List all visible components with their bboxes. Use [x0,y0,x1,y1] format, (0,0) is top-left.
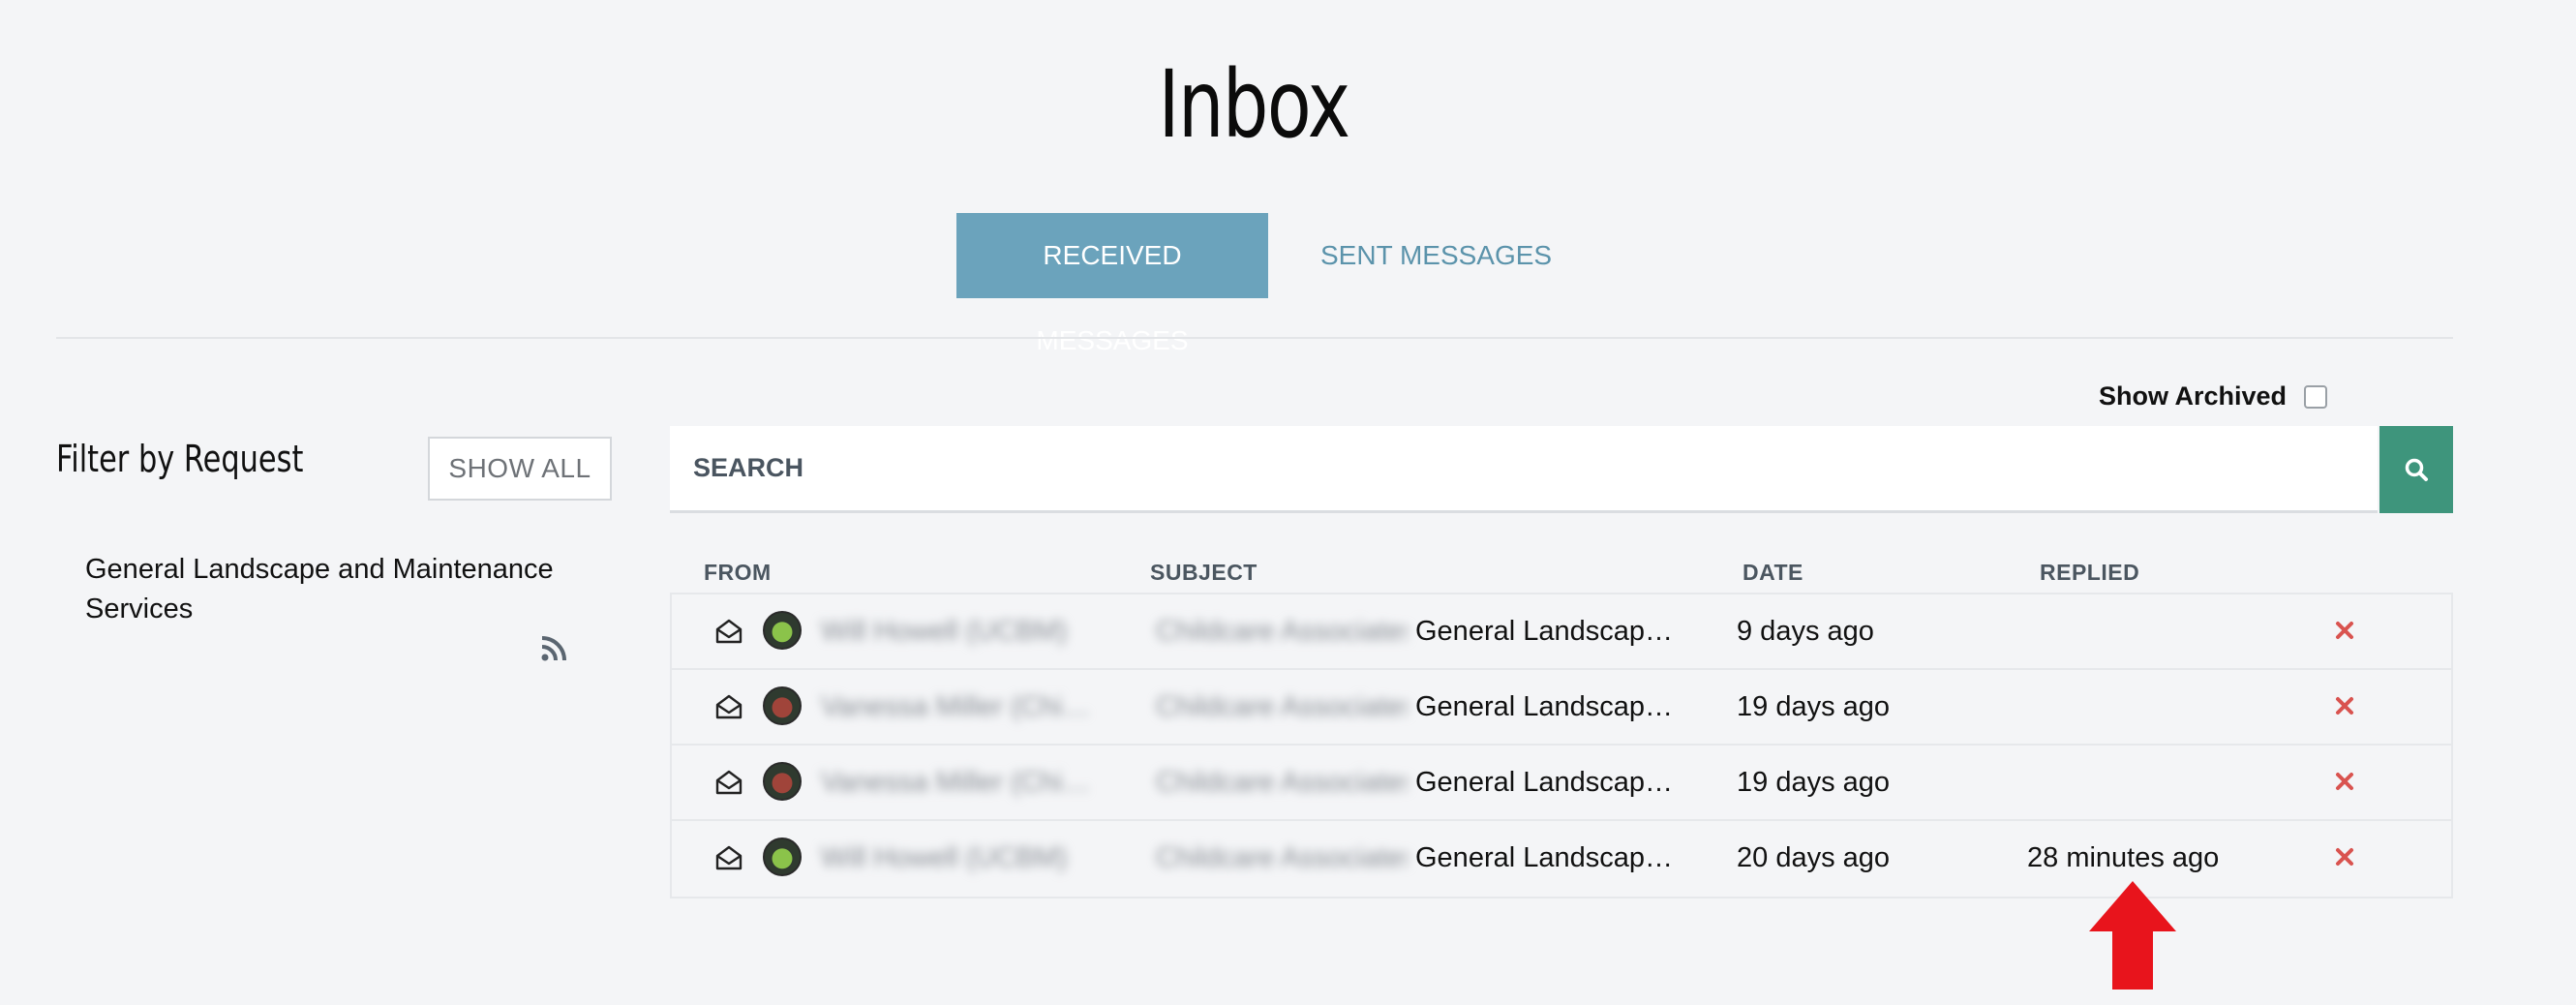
page-title: Inbox [1158,50,1350,159]
avatar [763,611,802,650]
sender-name: Vanessa Miller (Chi… [821,767,1091,798]
show-archived-label: Show Archived [2099,381,2288,411]
date-text: 19 days ago [1737,691,1891,722]
tab-sent-messages[interactable]: SENT MESSAGES [1297,213,1575,298]
subject-text: General Landscap… [1415,767,1673,798]
envelope-open-icon [715,770,742,795]
rss-icon[interactable] [540,635,567,662]
annotation-arrow-icon [2089,881,2176,990]
delete-icon[interactable] [2333,694,2356,717]
date-text: 19 days ago [1737,767,1891,798]
sender-name: Will Howell (UCBM) [821,616,1068,647]
envelope-open-icon [715,694,742,719]
subject-text: General Landscap… [1415,691,1673,722]
show-archived-toggle[interactable]: Show Archived [2099,381,2328,411]
search-bar [670,426,2453,513]
table-row[interactable]: Will Howell (UCBM) Childcare Associates … [672,594,2451,670]
avatar [763,686,802,725]
column-header-date: DATE [1743,560,1803,585]
column-header-replied: REPLIED [2040,560,2140,585]
show-archived-checkbox[interactable] [2304,384,2328,409]
envelope-open-icon [715,619,742,644]
request-filter-item[interactable]: General Landscape and Maintenance Servic… [85,550,608,629]
avatar [763,762,802,801]
table-row[interactable]: Will Howell (UCBM) Childcare Associates … [672,821,2451,897]
show-all-button[interactable]: SHOW ALL [428,437,612,501]
filter-title: Filter by Request [56,438,304,480]
tab-received-messages[interactable]: RECEIVED MESSAGES [956,213,1268,355]
subject-text: General Landscap… [1415,616,1673,647]
table-row[interactable]: Vanessa Miller (Chi… Childcare Associate… [672,746,2451,821]
search-icon [2405,458,2428,481]
sender-name: Vanessa Miller (Chi… [821,691,1091,722]
divider [56,337,2453,339]
date-text: 20 days ago [1737,842,1891,873]
search-button[interactable] [2379,426,2453,513]
subject-prefix: Childcare Associates [1156,691,1408,722]
sender-name: Will Howell (UCBM) [821,842,1068,873]
delete-icon[interactable] [2333,845,2356,868]
delete-icon[interactable] [2333,770,2356,793]
table-row[interactable]: Vanessa Miller (Chi… Childcare Associate… [672,670,2451,746]
delete-icon[interactable] [2333,619,2356,642]
messages-table: Will Howell (UCBM) Childcare Associates … [670,593,2453,898]
column-header-subject: SUBJECT [1150,560,1258,585]
column-header-from: FROM [704,560,772,585]
avatar [763,838,802,876]
message-tabs: RECEIVED MESSAGES SENT MESSAGES [956,213,1575,355]
search-input[interactable] [670,426,2378,513]
subject-prefix: Childcare Associates [1156,767,1408,798]
envelope-open-icon [715,845,742,870]
subject-prefix: Childcare Associates [1156,842,1408,873]
subject-text: General Landscap… [1415,842,1673,873]
date-text: 9 days ago [1737,616,1874,647]
subject-prefix: Childcare Associates [1156,616,1408,647]
